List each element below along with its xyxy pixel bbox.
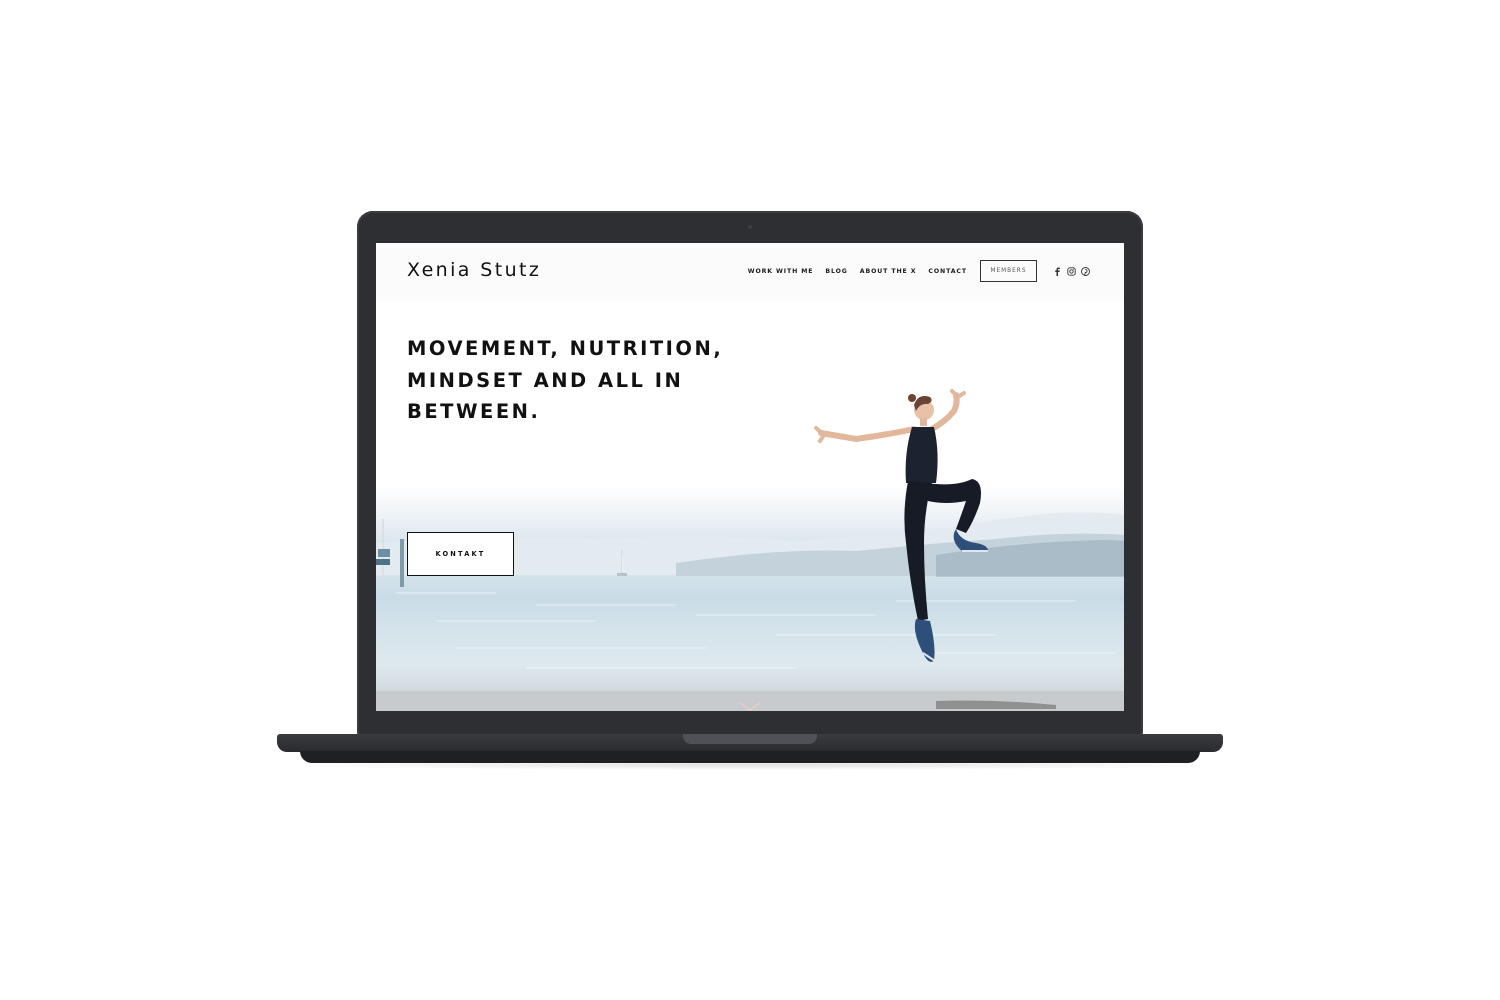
lake-landscape-graphic [376,512,1124,711]
camera-icon [748,225,752,229]
members-button[interactable]: MEMBERS [980,260,1037,282]
hero-headline: MOVEMENT, NUTRITION, MINDSET AND ALL IN … [407,337,724,423]
social-links [1053,266,1090,276]
main-navigation: WORK WITH ME BLOG ABOUT THE X CONTACT ME… [748,259,1090,283]
pinterest-icon[interactable] [1081,266,1090,276]
nav-item-blog[interactable]: BLOG [825,268,847,275]
laptop-base [277,734,1223,752]
laptop-shadow [270,760,1230,770]
laptop-opening-notch [683,734,817,744]
site-logo[interactable]: Xenia Stutz [407,259,541,281]
laptop-lid: Xenia Stutz WORK WITH ME BLOG ABOUT THE … [357,211,1143,736]
kontakt-button[interactable]: KONTAKT [407,532,514,576]
instagram-icon[interactable] [1067,266,1076,276]
athlete-jumping-graphic [814,389,988,662]
site-header: Xenia Stutz WORK WITH ME BLOG ABOUT THE … [376,243,1124,301]
facebook-icon[interactable] [1053,267,1062,276]
sailboat-graphic [617,550,627,576]
harbor-post-graphic [376,519,404,587]
scroll-down-chevron-icon[interactable] [738,701,762,711]
laptop-screen: Xenia Stutz WORK WITH ME BLOG ABOUT THE … [376,243,1124,711]
nav-item-contact[interactable]: CONTACT [928,268,967,275]
mockup-stage: Xenia Stutz WORK WITH ME BLOG ABOUT THE … [0,0,1500,1000]
nav-item-work-with-me[interactable]: WORK WITH ME [748,268,814,275]
nav-item-about[interactable]: ABOUT THE X [860,268,917,275]
